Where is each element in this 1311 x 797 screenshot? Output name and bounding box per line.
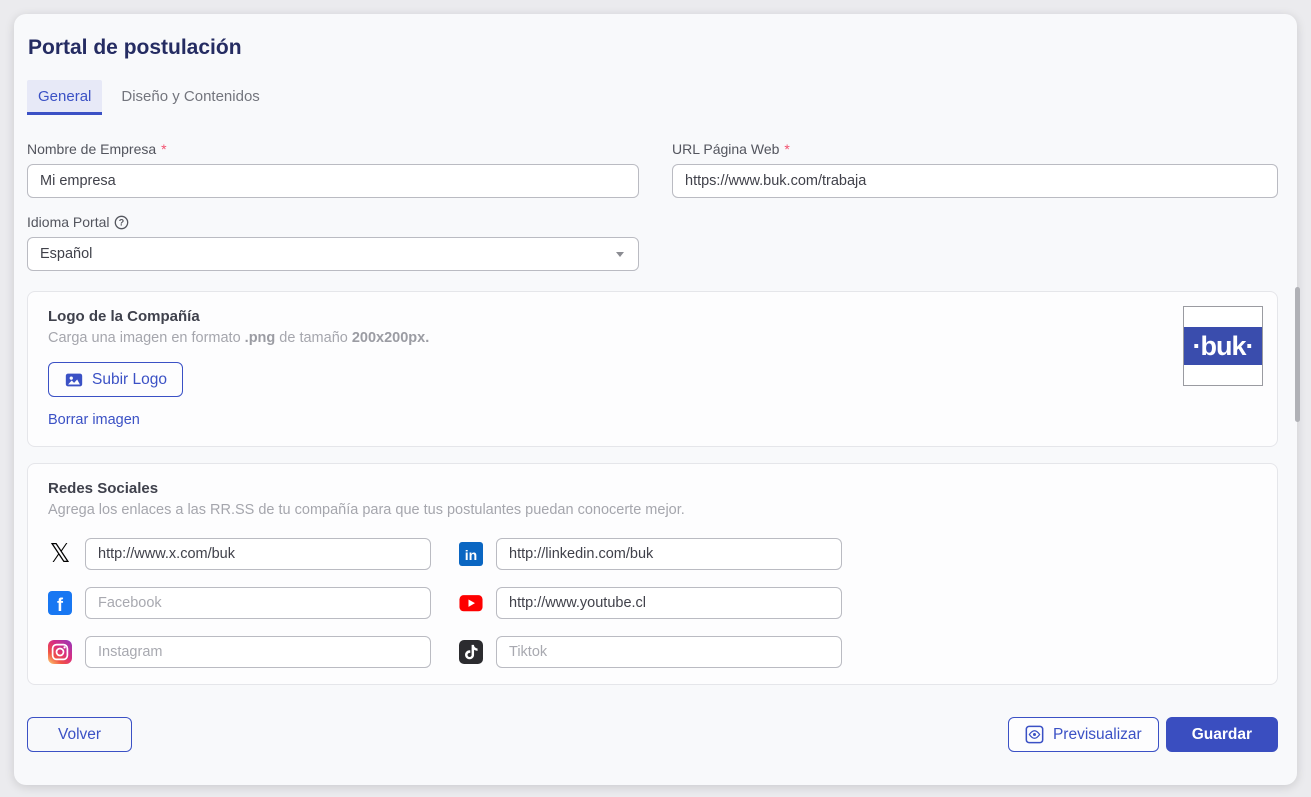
youtube-url-input[interactable] xyxy=(496,587,842,619)
company-name-field-group: Nombre de Empresa * xyxy=(27,141,639,198)
social-section-description: Agrega los enlaces a las RR.SS de tu com… xyxy=(48,502,1257,518)
social-section-title: Redes Sociales xyxy=(48,480,1257,497)
logo-section-title: Logo de la Compañía xyxy=(48,308,1257,325)
social-networks-section: Redes Sociales Agrega los enlaces a las … xyxy=(27,463,1278,685)
back-button[interactable]: Volver xyxy=(27,717,132,752)
facebook-url-input[interactable] xyxy=(85,587,431,619)
footer-actions: Volver Previsualizar Guardar xyxy=(27,717,1278,752)
instagram-icon xyxy=(48,640,72,664)
upload-logo-button[interactable]: Subir Logo xyxy=(48,362,183,397)
facebook-icon: f xyxy=(48,591,72,615)
tiktok-url-input[interactable] xyxy=(496,636,842,668)
delete-image-link[interactable]: Borrar imagen xyxy=(48,412,140,428)
portal-language-field-group: Idioma Portal ? Español xyxy=(27,214,639,271)
logo-section-description: Carga una imagen en formato .png de tama… xyxy=(48,330,1257,346)
tab-bar: General Diseño y Contenidos xyxy=(27,80,1278,115)
youtube-icon xyxy=(459,591,483,615)
website-url-input[interactable] xyxy=(672,164,1278,198)
instagram-url-input[interactable] xyxy=(85,636,431,668)
linkedin-icon: in xyxy=(459,542,483,566)
portal-language-select[interactable]: Español xyxy=(27,237,639,271)
website-url-field-group: URL Página Web * xyxy=(672,141,1278,198)
tiktok-icon xyxy=(459,640,483,664)
logo-desc-middle: de tamaño xyxy=(275,330,352,346)
eye-preview-icon xyxy=(1025,725,1044,744)
upload-logo-label: Subir Logo xyxy=(92,371,167,389)
portal-language-selected-value: Español xyxy=(40,246,92,262)
image-upload-icon xyxy=(64,370,84,390)
company-name-input[interactable] xyxy=(27,164,639,198)
website-url-label: URL Página Web xyxy=(672,141,779,157)
social-row-youtube xyxy=(459,587,842,619)
social-links-grid: 𝕏 in f xyxy=(48,538,1257,668)
chevron-down-icon xyxy=(616,252,624,257)
tab-general[interactable]: General xyxy=(27,80,102,115)
buk-logo: ·buk· xyxy=(1184,327,1262,365)
social-row-instagram xyxy=(48,636,431,668)
portal-settings-card: Portal de postulación General Diseño y C… xyxy=(14,14,1297,785)
required-asterisk: * xyxy=(784,141,789,157)
scrollbar-thumb[interactable] xyxy=(1295,287,1300,422)
company-logo-section: Logo de la Compañía Carga una imagen en … xyxy=(27,291,1278,447)
required-asterisk: * xyxy=(161,141,166,157)
question-circle-icon[interactable]: ? xyxy=(114,215,129,230)
preview-button[interactable]: Previsualizar xyxy=(1008,717,1159,752)
tab-design-contents[interactable]: Diseño y Contenidos xyxy=(110,80,270,115)
logo-desc-size: 200x200px. xyxy=(352,330,429,346)
social-row-tiktok xyxy=(459,636,842,668)
company-logo-preview: ·buk· xyxy=(1183,306,1263,386)
x-url-input[interactable] xyxy=(85,538,431,570)
portal-language-label: Idioma Portal xyxy=(27,214,109,230)
preview-button-label: Previsualizar xyxy=(1053,726,1142,744)
logo-desc-format: .png xyxy=(245,330,276,346)
social-row-x: 𝕏 xyxy=(48,538,431,570)
facebook-glyph: f xyxy=(57,595,63,616)
social-row-linkedin: in xyxy=(459,538,842,570)
x-icon: 𝕏 xyxy=(48,542,72,566)
company-name-label: Nombre de Empresa xyxy=(27,141,156,157)
general-form: Nombre de Empresa * URL Página Web * Idi… xyxy=(27,141,1278,271)
logo-desc-prefix: Carga una imagen en formato xyxy=(48,330,245,346)
svg-text:?: ? xyxy=(119,217,124,227)
page-title: Portal de postulación xyxy=(28,36,1278,60)
social-row-facebook: f xyxy=(48,587,431,619)
save-button[interactable]: Guardar xyxy=(1166,717,1278,752)
linkedin-url-input[interactable] xyxy=(496,538,842,570)
